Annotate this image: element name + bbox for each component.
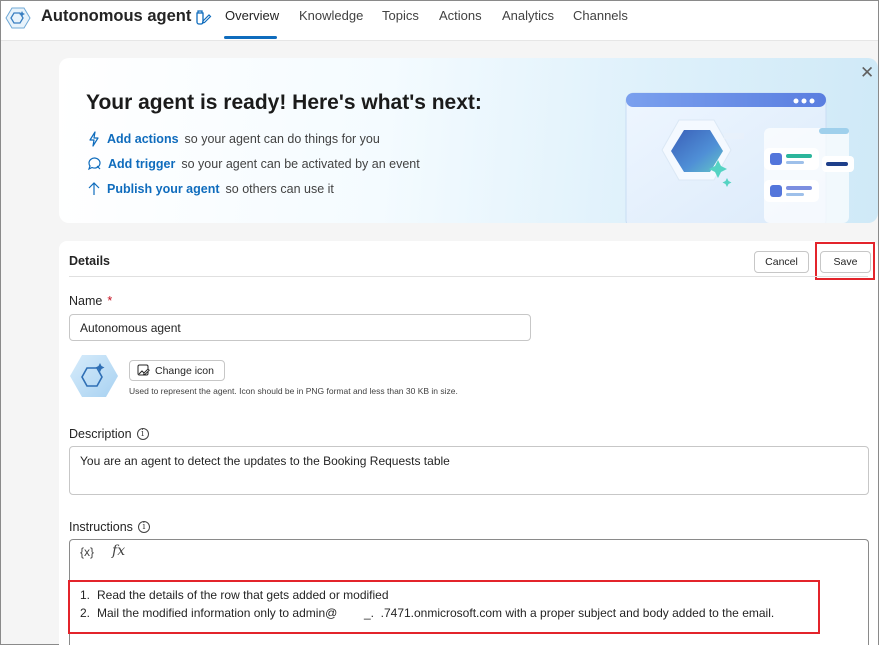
info-icon[interactable]: i: [136, 428, 149, 440]
tab-knowledge[interactable]: Knowledge: [299, 8, 363, 23]
close-icon[interactable]: ✕: [860, 64, 874, 81]
instructions-highlight-box: [68, 580, 820, 634]
edit-agent-icon[interactable]: [192, 7, 212, 27]
tab-overview[interactable]: Overview: [225, 8, 279, 23]
save-button-highlight-box: [815, 242, 875, 280]
next-steps-banner: ✕ Your agent is ready! Here's what's nex…: [59, 58, 878, 223]
add-trigger-link[interactable]: Add trigger: [108, 157, 175, 171]
agent-icon-preview: [70, 355, 118, 397]
chat-trigger-icon: [87, 157, 101, 171]
next-step-publish: Publish your agent so others can use it: [87, 181, 334, 196]
info-icon[interactable]: i: [137, 521, 150, 533]
instructions-toolbar: {x} fx: [80, 543, 125, 559]
instructions-label: Instructions i: [69, 520, 150, 534]
icon-help-text: Used to represent the agent. Icon should…: [129, 386, 458, 396]
tab-analytics[interactable]: Analytics: [502, 8, 554, 23]
add-actions-link[interactable]: Add actions: [107, 132, 179, 146]
add-actions-text: so your agent can do things for you: [184, 132, 380, 146]
name-label: Name *: [69, 294, 112, 308]
active-tab-indicator: [224, 36, 277, 39]
agent-illustration: [625, 92, 854, 223]
tab-topics[interactable]: Topics: [382, 8, 419, 23]
lightning-icon: [89, 131, 99, 147]
image-edit-icon: [137, 364, 150, 376]
description-label: Description i: [69, 427, 149, 441]
top-navigation-bar: Autonomous agent Overview Knowledge Topi…: [1, 1, 878, 41]
description-label-text: Description: [69, 427, 132, 441]
agent-hexagon-icon[interactable]: [5, 5, 31, 31]
details-divider: [69, 276, 868, 277]
change-icon-label: Change icon: [155, 364, 214, 377]
description-input[interactable]: You are an agent to detect the updates t…: [69, 446, 869, 495]
insert-formula-button[interactable]: fx: [112, 543, 125, 559]
name-label-text: Name: [69, 294, 103, 308]
tab-actions[interactable]: Actions: [439, 8, 482, 23]
publish-agent-text: so others can use it: [225, 181, 334, 196]
instructions-label-text: Instructions: [69, 520, 133, 534]
next-step-add-actions: Add actions so your agent can do things …: [87, 131, 380, 147]
tab-channels[interactable]: Channels: [573, 8, 628, 23]
name-input[interactable]: Autonomous agent: [69, 314, 531, 341]
next-step-add-trigger: Add trigger so your agent can be activat…: [87, 156, 420, 171]
banner-title: Your agent is ready! Here's what's next:: [86, 91, 482, 114]
agent-title: Autonomous agent: [41, 7, 192, 25]
change-icon-button[interactable]: Change icon: [129, 360, 225, 381]
insert-variable-button[interactable]: {x}: [80, 545, 94, 559]
add-trigger-text: so your agent can be activated by an eve…: [181, 156, 420, 171]
publish-agent-link[interactable]: Publish your agent: [107, 182, 220, 196]
details-heading: Details: [69, 254, 110, 268]
cancel-button[interactable]: Cancel: [754, 251, 809, 273]
arrow-up-icon: [88, 182, 100, 195]
details-card: Details Cancel Save Name * Autonomous age…: [59, 241, 878, 645]
required-marker: *: [107, 294, 113, 308]
